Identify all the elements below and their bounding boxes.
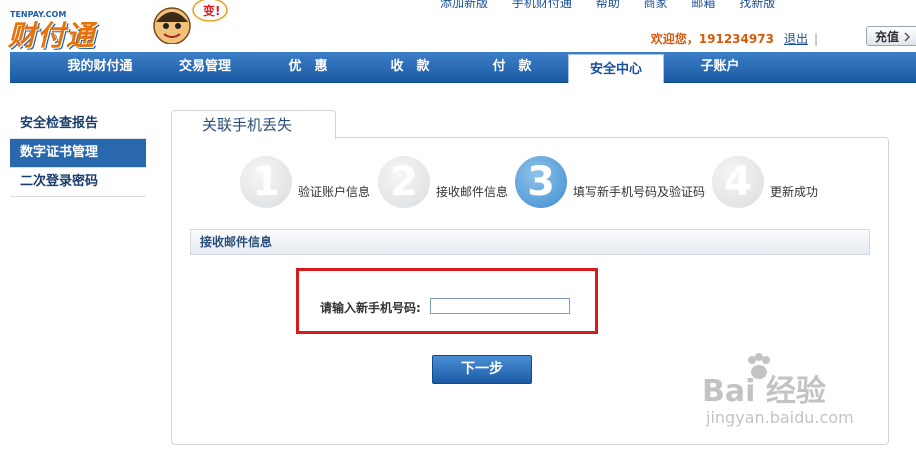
step-4: 4 更新成功 — [712, 156, 852, 212]
sidebar-item-second-password[interactable]: 二次登录密码 — [10, 168, 146, 197]
section-header: 接收邮件信息 — [190, 229, 870, 255]
welcome-text: 欢迎您，191234973 退出 | — [651, 30, 824, 47]
nav-sub-account[interactable]: 子账户 — [680, 52, 760, 82]
top-links-bar: 添加新版 手机财付通 帮助 商家 邮箱 找新版 — [440, 0, 916, 8]
svg-text:变!: 变! — [203, 3, 220, 18]
watermark-brand: Bai 经验 — [702, 374, 826, 409]
step-2: 2 接收邮件信息 — [378, 156, 518, 212]
step-1: 1 验证账户信息 — [240, 156, 380, 212]
main-nav: 我的财付通 交易管理 优 惠 收 款 付 款 安全中心 子账户 — [10, 52, 916, 83]
nav-trade-management[interactable]: 交易管理 — [160, 52, 250, 82]
sidebar-item-certificate[interactable]: 数字证书管理 — [10, 139, 146, 168]
nav-my-tenpay[interactable]: 我的财付通 — [50, 52, 150, 82]
logout-link[interactable]: 退出 — [784, 32, 808, 46]
nav-receive[interactable]: 收 款 — [370, 52, 450, 82]
top-link[interactable]: 商家 — [644, 0, 668, 8]
welcome-prefix: 欢迎您， — [650, 32, 699, 46]
new-phone-input[interactable] — [430, 298, 570, 314]
username: 191234973 — [698, 32, 774, 46]
step-number: 3 — [515, 156, 567, 208]
nav-security-center[interactable]: 安全中心 — [568, 54, 664, 83]
baidu-watermark: Bai 经验 jingyan.baidu.com — [700, 352, 870, 432]
top-link[interactable]: 找新版 — [739, 0, 775, 8]
step-number: 1 — [240, 156, 292, 208]
top-link[interactable]: 帮助 — [596, 0, 620, 8]
mascot-icon: 变! — [153, 0, 228, 44]
step-number: 4 — [712, 156, 764, 208]
watermark-url: jingyan.baidu.com — [706, 408, 854, 427]
sidebar: 安全检查报告 数字证书管理 二次登录密码 — [10, 110, 146, 197]
nav-pay[interactable]: 付 款 — [472, 52, 552, 82]
recharge-button[interactable]: 充值 — [866, 26, 916, 46]
step-label: 验证账户信息 — [298, 185, 371, 199]
top-link[interactable]: 添加新版 — [440, 0, 488, 8]
nav-discounts[interactable]: 优 惠 — [268, 52, 348, 82]
next-step-button[interactable]: 下一步 — [432, 355, 532, 384]
panel-tab-title: 关联手机丢失 — [171, 110, 336, 139]
recharge-label: 充值 — [875, 30, 900, 44]
step-label: 更新成功 — [770, 185, 819, 199]
logo-wordmark: 财付通 — [8, 19, 96, 52]
step-label: 填写新手机号码及验证码 — [573, 185, 706, 199]
step-3: 3 填写新手机号码及验证码 — [515, 156, 715, 212]
step-number: 2 — [378, 156, 430, 208]
tenpay-logo[interactable]: TENPAY.COM 财付通 — [8, 6, 138, 52]
step-label: 接收邮件信息 — [436, 185, 509, 199]
top-link[interactable]: 手机财付通 — [512, 0, 572, 8]
top-link[interactable]: 邮箱 — [691, 0, 715, 8]
phone-label: 请输入新手机号码: — [320, 301, 421, 315]
chevron-right-icon — [904, 32, 911, 42]
separator: | — [813, 32, 818, 46]
sidebar-item-security-report[interactable]: 安全检查报告 — [10, 110, 146, 139]
